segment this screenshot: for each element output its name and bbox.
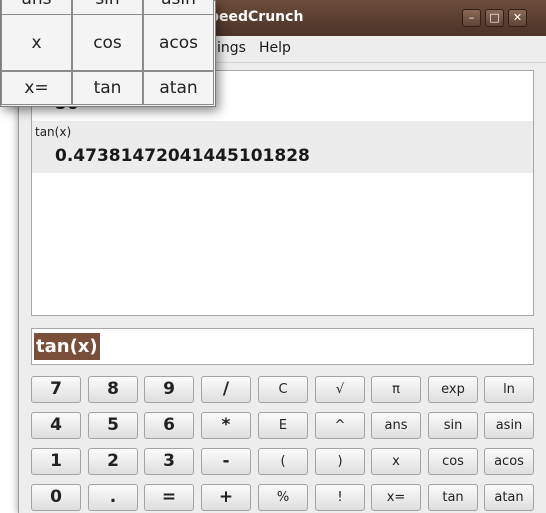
floating-key-button[interactable]: cos bbox=[72, 14, 143, 71]
maximize-button[interactable]: □ bbox=[485, 9, 504, 27]
key-button[interactable]: exp bbox=[428, 376, 478, 403]
key-button[interactable]: x bbox=[371, 448, 421, 475]
key-button[interactable]: atan bbox=[484, 484, 534, 511]
expression-input[interactable]: tan(x) bbox=[31, 328, 534, 365]
history-result: 0.47381472041445101828 bbox=[55, 146, 310, 166]
history-entry: tan(x) 0.47381472041445101828 bbox=[32, 121, 533, 173]
key-button[interactable]: 3 bbox=[144, 448, 194, 475]
history-expression: tan(x) bbox=[35, 125, 72, 139]
key-button[interactable]: * bbox=[201, 412, 251, 439]
key-button[interactable]: E bbox=[258, 412, 308, 439]
key-button[interactable]: x= bbox=[371, 484, 421, 511]
floating-keypad[interactable]: anssinasinxcosacosx=tanatan bbox=[0, 0, 216, 107]
floating-key-button[interactable]: x bbox=[1, 14, 72, 71]
key-button[interactable]: - bbox=[201, 448, 251, 475]
key-button[interactable]: asin bbox=[484, 412, 534, 439]
window-title: peedCrunch bbox=[209, 9, 304, 25]
minimize-button[interactable]: – bbox=[462, 9, 481, 27]
key-button[interactable]: 5 bbox=[88, 412, 138, 439]
menu-help[interactable]: Help bbox=[259, 40, 291, 56]
key-button[interactable]: 1 bbox=[31, 448, 81, 475]
key-button[interactable]: 9 bbox=[144, 376, 194, 403]
key-button[interactable]: % bbox=[258, 484, 308, 511]
key-button[interactable]: 0 bbox=[31, 484, 81, 511]
key-button[interactable]: . bbox=[88, 484, 138, 511]
key-button[interactable]: + bbox=[201, 484, 251, 511]
key-button[interactable]: 4 bbox=[31, 412, 81, 439]
keypad: 7 8 9 / C √ π exp ln 4 5 6 * E ^ ans sin asin 1 2 3-() x cos ac… bbox=[31, 376, 536, 511]
key-button[interactable]: C bbox=[258, 376, 308, 403]
key-button[interactable]: ln bbox=[484, 376, 534, 403]
key-button[interactable]: 6 bbox=[144, 412, 194, 439]
key-button[interactable]: tan bbox=[428, 484, 478, 511]
key-button[interactable]: π bbox=[371, 376, 421, 403]
key-button[interactable]: ! bbox=[315, 484, 365, 511]
close-button[interactable]: ✕ bbox=[508, 9, 527, 27]
key-button[interactable]: sin bbox=[428, 412, 478, 439]
key-button[interactable]: 8 bbox=[88, 376, 138, 403]
key-button[interactable]: 7 bbox=[31, 376, 81, 403]
key-button[interactable]: / bbox=[201, 376, 251, 403]
key-button[interactable]: ^ bbox=[315, 412, 365, 439]
key-button[interactable]: ) bbox=[315, 448, 365, 475]
expression-input-text: tan(x) bbox=[34, 333, 100, 360]
key-button[interactable]: ( bbox=[258, 448, 308, 475]
key-button[interactable]: 2 bbox=[88, 448, 138, 475]
floating-key-button[interactable]: atan bbox=[143, 71, 214, 105]
floating-key-button[interactable]: tan bbox=[72, 71, 143, 105]
key-button[interactable]: cos bbox=[428, 448, 478, 475]
key-button[interactable]: ans bbox=[371, 412, 421, 439]
key-button[interactable]: acos bbox=[484, 448, 534, 475]
menu-settings[interactable]: ings bbox=[217, 40, 246, 56]
key-button[interactable]: = bbox=[144, 484, 194, 511]
floating-key-button[interactable]: acos bbox=[143, 14, 214, 71]
key-button[interactable]: √ bbox=[315, 376, 365, 403]
floating-key-button[interactable]: x= bbox=[1, 71, 72, 105]
